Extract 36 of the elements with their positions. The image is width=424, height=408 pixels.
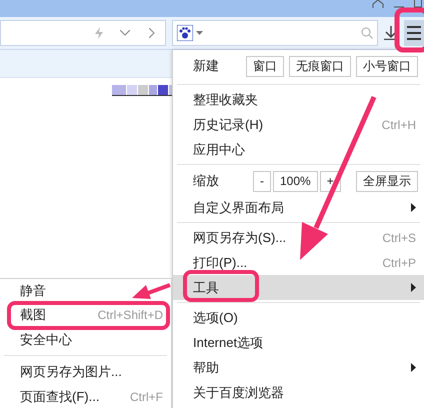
menu-item[interactable]: 打印(P)... Ctrl+P (173, 250, 424, 275)
menu-button[interactable]: 小号窗口 (356, 56, 418, 76)
menu-item[interactable]: 应用中心 (173, 137, 424, 162)
shortcut-text: Ctrl+H (382, 116, 416, 134)
shortcut-text: Ctrl+S (382, 230, 416, 246)
search-field[interactable] (172, 20, 378, 46)
menu-item[interactable]: 自定义界面布局 (173, 195, 424, 220)
shortcut-text: Ctrl+F (130, 388, 163, 406)
menu-item[interactable]: 整理收藏夹 (173, 87, 424, 112)
menu-item[interactable]: 历史记录(H) Ctrl+H (173, 112, 424, 137)
menu-item[interactable]: 选项(O) (173, 305, 424, 330)
shortcut-text: Ctrl+Shift+D (98, 307, 163, 324)
menu-item[interactable]: 网页另存为(S)... Ctrl+S (173, 225, 424, 250)
blurred-link-placeholder[interactable] (112, 84, 174, 96)
menu-item[interactable]: 工具 (173, 275, 424, 300)
menu-button[interactable]: 窗口 (246, 56, 284, 76)
menu-button[interactable]: 全屏显示 (356, 170, 418, 192)
shortcut-text: Ctrl+P (382, 254, 416, 272)
search-icon[interactable] (361, 27, 373, 39)
highlight-frame (394, 8, 424, 52)
chevron-right-icon[interactable] (149, 28, 155, 38)
menu-item[interactable]: 关于百度浏览器 (173, 380, 424, 405)
pointer-arrow (132, 283, 171, 299)
menu-button[interactable] (404, 20, 424, 46)
menu-item[interactable]: 帮助 (173, 355, 424, 380)
maximize-icon[interactable] (414, 0, 422, 8)
menu-button[interactable]: 100% (273, 170, 318, 192)
dropdown-caret-icon[interactable] (196, 31, 203, 35)
menu-label: 新建 (193, 57, 220, 76)
menu-button[interactable]: 无痕窗口 (289, 56, 351, 76)
paw-icon[interactable] (177, 25, 193, 41)
skin-icon[interactable] (372, 0, 384, 8)
menu-button[interactable]: - (253, 170, 271, 192)
chevron-down-icon[interactable] (120, 30, 130, 36)
menu-label: 缩放 (193, 172, 220, 190)
menu-item[interactable]: Internet选项 (173, 330, 424, 355)
